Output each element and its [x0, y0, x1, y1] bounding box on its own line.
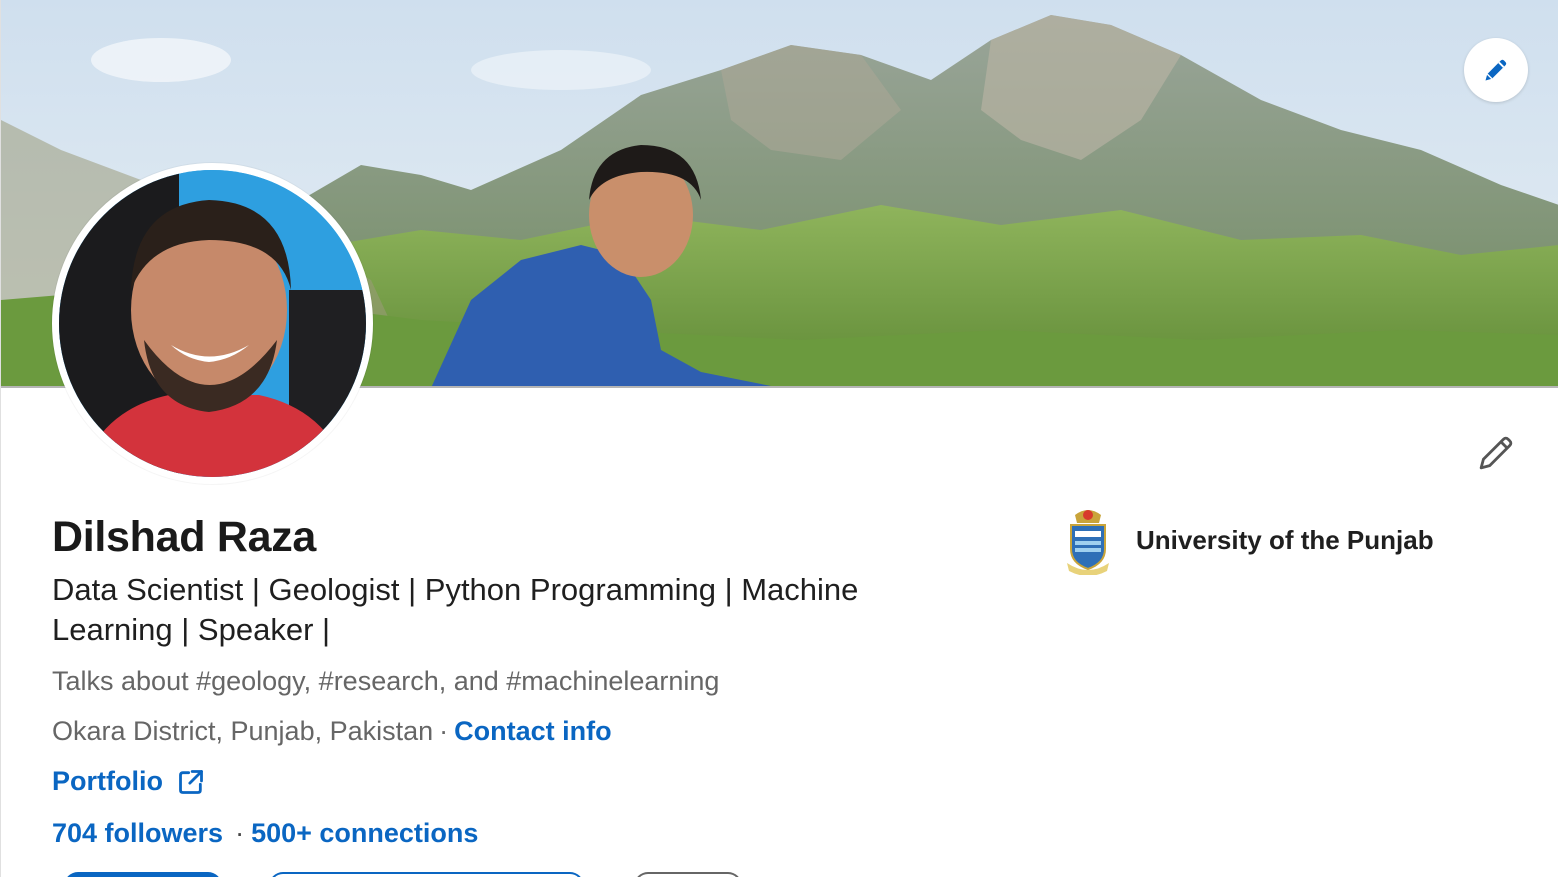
- location-row: Okara District, Punjab, Pakistan · Contact…: [52, 716, 612, 747]
- contact-info-link[interactable]: Contact info: [454, 716, 611, 746]
- portfolio-link[interactable]: Portfolio: [52, 766, 205, 797]
- edit-cover-button[interactable]: [1464, 38, 1528, 102]
- network-separator: ·: [235, 818, 245, 848]
- education-item[interactable]: University of the Punjab: [1063, 505, 1434, 575]
- education-name: University of the Punjab: [1136, 524, 1434, 555]
- more-button[interactable]: [634, 872, 742, 877]
- edit-intro-button[interactable]: [1471, 428, 1521, 478]
- connections-link[interactable]: 500+ connections: [251, 818, 478, 848]
- location-separator: ·: [439, 716, 449, 746]
- talks-about: Talks about #geology, #research, and #ma…: [52, 666, 720, 696]
- network-stats: 704 followers · 500+ connections: [52, 818, 478, 849]
- open-to-button[interactable]: [64, 872, 222, 877]
- add-profile-section-button[interactable]: [269, 872, 584, 877]
- profile-photo[interactable]: [52, 163, 373, 484]
- portfolio-label: Portfolio: [52, 766, 163, 796]
- university-crest-icon: [1067, 510, 1109, 575]
- pencil-icon: [1485, 59, 1507, 81]
- profile-card: Dilshad Raza Data Scientist | Geologist …: [0, 0, 1558, 877]
- profile-headline: Data Scientist | Geologist | Python Prog…: [52, 572, 859, 647]
- followers-link[interactable]: 704 followers: [52, 818, 223, 848]
- pencil-icon: [1479, 436, 1513, 470]
- profile-photo-image: [59, 170, 366, 477]
- profile-name: Dilshad Raza: [52, 513, 317, 561]
- external-link-icon: [177, 768, 205, 796]
- location-text: Okara District, Punjab, Pakistan: [52, 716, 434, 746]
